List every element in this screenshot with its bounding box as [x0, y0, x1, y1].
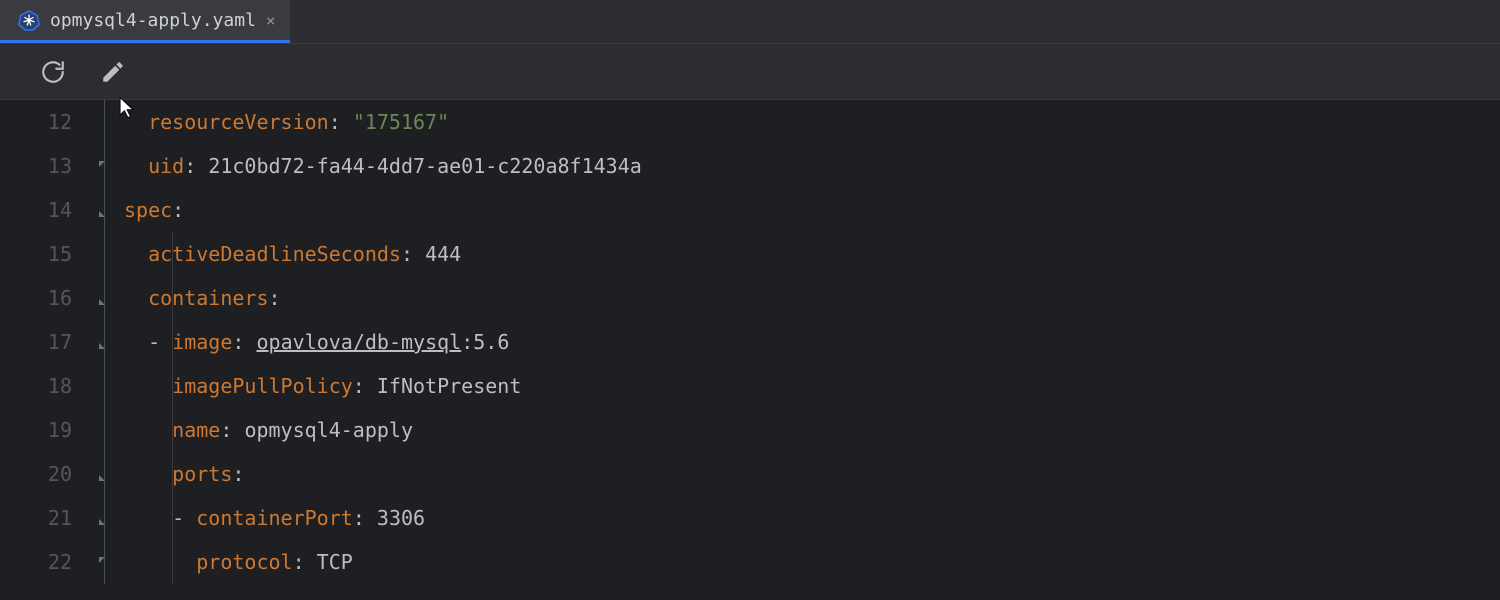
fold-handle-icon[interactable]: [96, 290, 114, 308]
code-line: resourceVersion: "175167": [124, 100, 1500, 144]
code-line: ports:: [124, 452, 1500, 496]
file-tab[interactable]: opmysql4-apply.yaml ×: [0, 0, 290, 43]
line-number: 16: [0, 276, 72, 320]
code-line: containers:: [124, 276, 1500, 320]
code-line: name: opmysql4-apply: [124, 408, 1500, 452]
code-editor[interactable]: 12 13 14 15 16 17 18 19 20 21 22: [0, 100, 1500, 600]
line-number: 12: [0, 100, 72, 144]
image-link[interactable]: opavlova/db-mysql: [257, 330, 462, 354]
code-area[interactable]: resourceVersion: "175167" uid: 21c0bd72-…: [124, 100, 1500, 600]
line-number-gutter: 12 13 14 15 16 17 18 19 20 21 22: [0, 100, 90, 600]
refresh-button[interactable]: [38, 57, 68, 87]
line-number: 17: [0, 320, 72, 364]
close-tab-icon[interactable]: ×: [266, 11, 276, 30]
line-number: 14: [0, 188, 72, 232]
code-line: protocol: TCP: [124, 540, 1500, 584]
line-number: 18: [0, 364, 72, 408]
line-number: 21: [0, 496, 72, 540]
fold-handle-icon[interactable]: [96, 158, 114, 176]
code-line: activeDeadlineSeconds: 444: [124, 232, 1500, 276]
file-tab-title: opmysql4-apply.yaml: [50, 10, 256, 31]
fold-handle-icon[interactable]: [96, 510, 114, 528]
line-number: 20: [0, 452, 72, 496]
fold-handle-icon[interactable]: [96, 334, 114, 352]
line-number: 13: [0, 144, 72, 188]
line-number: 15: [0, 232, 72, 276]
kubernetes-icon: [18, 9, 40, 31]
fold-gutter: [90, 100, 124, 600]
code-line: - image: opavlova/db-mysql:5.6: [124, 320, 1500, 364]
code-line: imagePullPolicy: IfNotPresent: [124, 364, 1500, 408]
code-line: uid: 21c0bd72-fa44-4dd7-ae01-c220a8f1434…: [124, 144, 1500, 188]
code-line: spec:: [124, 188, 1500, 232]
editor-toolbar: [0, 44, 1500, 100]
tab-bar: opmysql4-apply.yaml ×: [0, 0, 1500, 44]
line-number: 19: [0, 408, 72, 452]
fold-handle-icon[interactable]: [96, 554, 114, 572]
line-number: 22: [0, 540, 72, 584]
code-line: - containerPort: 3306: [124, 496, 1500, 540]
fold-handle-icon[interactable]: [96, 466, 114, 484]
edit-button[interactable]: [98, 57, 128, 87]
fold-handle-icon[interactable]: [96, 202, 114, 220]
